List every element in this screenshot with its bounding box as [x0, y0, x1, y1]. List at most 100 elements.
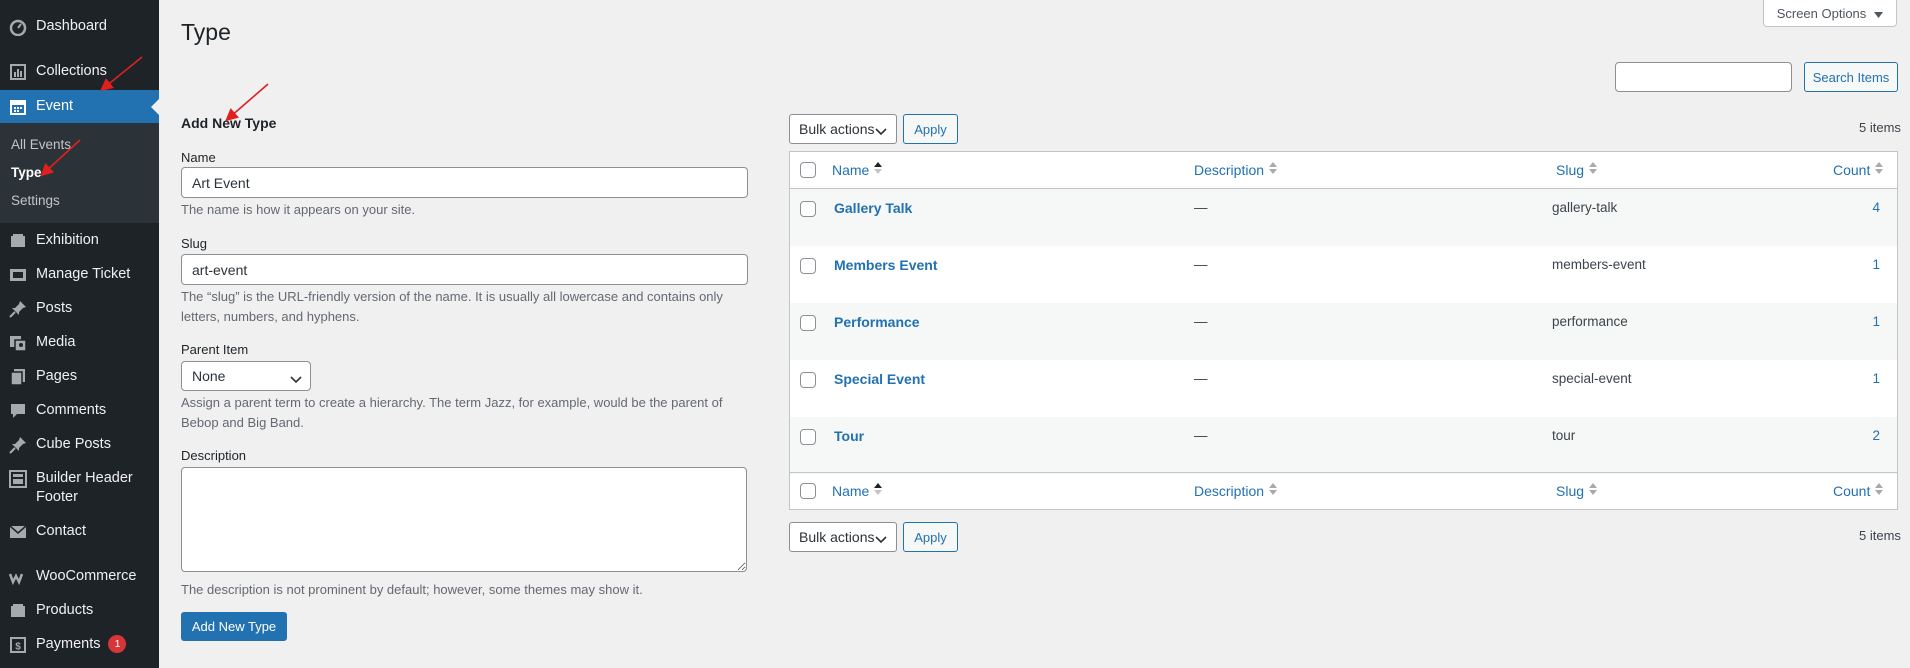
term-name-link[interactable]: Special Event: [834, 371, 925, 387]
term-name-link[interactable]: Performance: [834, 314, 920, 330]
sidebar-item-label: Payments: [36, 636, 101, 652]
sidebar-item-manage-ticket[interactable]: Manage Ticket: [0, 265, 159, 285]
column-header-count[interactable]: Count: [1833, 161, 1884, 178]
sidebar-item-media[interactable]: Media: [0, 333, 159, 353]
sort-asc-icon: [873, 161, 883, 178]
sidebar-item-exhibition[interactable]: Exhibition: [0, 231, 159, 251]
sidebar-item-collections[interactable]: Collections: [0, 62, 159, 82]
exhibition-icon: [8, 231, 28, 251]
term-name-link[interactable]: Tour: [834, 428, 864, 444]
row-checkbox[interactable]: [800, 315, 816, 331]
column-footer-slug[interactable]: Slug: [1556, 482, 1598, 499]
sidebar-item-posts[interactable]: Posts: [0, 299, 159, 319]
submenu-item-settings[interactable]: Settings: [11, 193, 60, 208]
active-menu-arrow: [151, 98, 159, 115]
slug-field[interactable]: art-event: [181, 254, 748, 285]
term-count-link[interactable]: 4: [1850, 200, 1880, 215]
term-count-link[interactable]: 1: [1850, 257, 1880, 272]
select-all-checkbox[interactable]: [800, 483, 816, 499]
name-label: Name: [181, 150, 216, 165]
slug-help-line: The “slug” is the URL-friendly version o…: [181, 289, 723, 304]
row-checkbox[interactable]: [800, 372, 816, 388]
name-field[interactable]: Art Event: [181, 167, 748, 198]
sidebar-item-comments[interactable]: Comments: [0, 401, 159, 421]
add-new-type-button[interactable]: Add New Type: [181, 612, 287, 641]
items-count: 5 items: [1859, 120, 1901, 135]
sidebar-item-label: Posts: [36, 300, 73, 316]
media-icon: [8, 333, 28, 353]
name-help-text: The name is how it appears on your site.: [181, 202, 416, 217]
screen-options-button[interactable]: Screen Options: [1763, 0, 1897, 27]
sidebar-item-pages[interactable]: Pages: [0, 367, 159, 387]
slug-help-line: letters, numbers, and hyphens.: [181, 309, 360, 324]
term-slug: tour: [1552, 428, 1576, 443]
term-slug: gallery-talk: [1552, 200, 1618, 215]
sidebar-item-label: Dashboard: [36, 18, 107, 34]
column-footer-description[interactable]: Description: [1194, 482, 1278, 499]
sidebar-item-contact[interactable]: Contact: [0, 522, 159, 542]
search-items-button[interactable]: Search Items: [1804, 62, 1898, 92]
slug-help-text: The “slug” is the URL-friendly version o…: [181, 287, 723, 327]
svg-text:$: $: [15, 642, 21, 653]
term-count-link[interactable]: 2: [1850, 428, 1880, 443]
pin-icon: [8, 299, 28, 319]
column-header-slug[interactable]: Slug: [1556, 161, 1598, 178]
woocommerce-icon: [8, 567, 28, 587]
row-checkbox[interactable]: [800, 258, 816, 274]
apply-button[interactable]: Apply: [903, 114, 958, 144]
sidebar-item-cube-posts[interactable]: Cube Posts: [0, 435, 159, 455]
sidebar-item-dashboard[interactable]: Dashboard: [0, 17, 159, 37]
description-help-text: The description is not prominent by defa…: [181, 582, 643, 597]
sort-icon: [1874, 161, 1884, 178]
bulk-actions-label: Bulk actions: [799, 121, 875, 137]
sidebar-item-label: WooCommerce: [36, 568, 137, 584]
parent-item-label: Parent Item: [181, 342, 249, 357]
description-textarea[interactable]: [181, 467, 747, 572]
sidebar-item-woocommerce[interactable]: WooCommerce: [0, 567, 159, 587]
sidebar-item-payments[interactable]: $ Payments 1: [0, 635, 159, 655]
bulk-actions-label: Bulk actions: [799, 529, 875, 545]
caret-down-icon: [1874, 6, 1884, 21]
term-name-link[interactable]: Members Event: [834, 257, 937, 273]
slug-label: Slug: [181, 236, 208, 251]
ticket-icon: [8, 265, 28, 285]
column-footer-name[interactable]: Name: [832, 482, 883, 499]
parent-item-select[interactable]: None: [181, 361, 311, 391]
column-footer-label: Slug: [1556, 482, 1585, 499]
sort-asc-icon: [873, 482, 883, 499]
column-footer-count[interactable]: Count: [1833, 482, 1884, 499]
column-header-description[interactable]: Description: [1194, 161, 1278, 178]
search-input[interactable]: [1615, 62, 1792, 92]
term-name-link[interactable]: Gallery Talk: [834, 200, 912, 216]
column-header-name[interactable]: Name: [832, 161, 883, 178]
items-count-bottom: 5 items: [1859, 528, 1901, 543]
sidebar-item-label: Products: [36, 602, 94, 618]
term-count-link[interactable]: 1: [1850, 371, 1880, 386]
sidebar-item-label: Exhibition: [36, 232, 99, 248]
table-footer-row: Name Description Slug Count: [790, 472, 1897, 509]
row-checkbox[interactable]: [800, 201, 816, 217]
sidebar-item-builder-header-footer[interactable]: Builder Header Footer: [0, 469, 159, 507]
parent-help-line: Bebop and Big Band.: [181, 415, 304, 430]
term-description: —: [1194, 200, 1208, 215]
slug-field-value: art-event: [192, 261, 248, 278]
comments-icon: [8, 401, 28, 421]
parent-help-text: Assign a parent term to create a hierarc…: [181, 393, 722, 433]
term-count-link[interactable]: 1: [1850, 314, 1880, 329]
table-header-row: Name Description Slug Count: [790, 152, 1897, 189]
sidebar-item-event[interactable]: Event: [0, 90, 159, 123]
submenu-item-all-events[interactable]: All Events: [11, 137, 71, 152]
column-footer-label: Description: [1194, 482, 1265, 499]
pin-icon: [8, 435, 28, 455]
sidebar-item-products[interactable]: Products: [0, 601, 159, 621]
sidebar-item-label: Event: [36, 98, 74, 114]
term-slug: members-event: [1552, 257, 1646, 272]
term-description: —: [1194, 314, 1208, 329]
submenu-item-type[interactable]: Type: [11, 165, 42, 180]
bulk-actions-select-bottom[interactable]: Bulk actions: [789, 522, 897, 552]
row-checkbox[interactable]: [800, 429, 816, 445]
bulk-actions-select[interactable]: Bulk actions: [789, 114, 897, 144]
apply-button-bottom[interactable]: Apply: [903, 522, 958, 552]
select-all-checkbox[interactable]: [800, 162, 816, 178]
table-row: Performance — performance 1: [790, 303, 1897, 360]
